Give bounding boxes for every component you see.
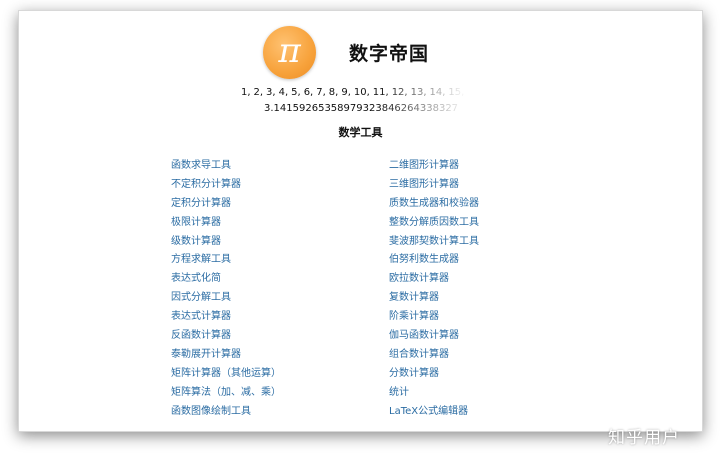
tool-link[interactable]: 矩阵计算器（其他运算） xyxy=(171,365,281,384)
pi-icon: π xyxy=(278,31,301,71)
tool-link[interactable]: 因式分解工具 xyxy=(171,289,281,308)
digit-item: 13, xyxy=(410,87,427,98)
tool-link[interactable]: 表达式化简 xyxy=(171,270,281,289)
tool-list-right: 二维图形计算器 三维图形计算器 质数生成器和校验器 整数分解质因数工具 斐波那契数计算工… xyxy=(389,157,479,421)
tool-link[interactable]: 欧拉数计算器 xyxy=(389,270,479,289)
page-frame: π 数字帝国 1, 2, 3, 4, 5, 6, 7, 8, 9, 10, 11, 12, 13, 14,… xyxy=(18,10,703,432)
digit-item: 5, xyxy=(291,87,301,98)
digit-item: 8, xyxy=(328,87,339,98)
tool-link[interactable]: 函数图像绘制工具 xyxy=(171,403,281,422)
tool-link[interactable]: 定积分计算器 xyxy=(171,195,281,214)
digit-item: 12, xyxy=(391,87,408,98)
tool-link[interactable]: 伽马函数计算器 xyxy=(389,327,479,346)
tool-link[interactable]: 函数求导工具 xyxy=(171,157,281,176)
digit-item: 16 xyxy=(467,87,481,98)
tool-list-left: 函数求导工具 不定积分计算器 定积分计算器 极限计算器 级数计算器 方程求解工具 表达式化简… xyxy=(171,157,281,421)
watermark: 知乎用户 xyxy=(608,428,680,448)
tool-link[interactable]: 泰勒展开计算器 xyxy=(171,346,281,365)
tool-link[interactable]: 级数计算器 xyxy=(171,233,281,252)
digit-item: 1, xyxy=(240,87,251,98)
tool-link[interactable]: 整数分解质因数工具 xyxy=(389,214,479,233)
site-title: 数字帝国 xyxy=(349,43,430,65)
tool-link[interactable]: 表达式计算器 xyxy=(171,308,281,327)
tool-link[interactable]: 反函数计算器 xyxy=(171,327,281,346)
digit-item: 6, xyxy=(303,87,314,98)
tool-link[interactable]: 质数生成器和校验器 xyxy=(389,195,479,214)
digit-item: 10, xyxy=(353,87,370,98)
site-logo[interactable]: π xyxy=(263,26,316,79)
digit-item: 2, xyxy=(253,87,264,98)
tool-link[interactable]: 斐波那契数计算工具 xyxy=(389,233,479,252)
tool-link[interactable]: 三维图形计算器 xyxy=(389,176,479,195)
tool-link[interactable]: 伯努利数生成器 xyxy=(389,251,479,270)
digit-sequence: 1, 2, 3, 4, 5, 6, 7, 8, 9, 10, 11, 12, 13, 14, 15, 16 xyxy=(19,87,702,98)
tool-link[interactable]: 不定积分计算器 xyxy=(171,176,281,195)
tool-link[interactable]: 方程求解工具 xyxy=(171,251,281,270)
tool-link[interactable]: 组合数计算器 xyxy=(389,346,479,365)
digit-item: 9, xyxy=(341,87,351,98)
digit-item: 15, xyxy=(448,87,465,98)
digit-item: 14, xyxy=(429,87,446,98)
tool-link[interactable]: 矩阵算法（加、减、乘） xyxy=(171,384,281,403)
tool-link[interactable]: 阶乘计算器 xyxy=(389,308,479,327)
tool-link[interactable]: 统计 xyxy=(389,384,479,403)
digit-item: 4, xyxy=(278,87,289,98)
tool-link[interactable]: LaTeX公式编辑器 xyxy=(389,403,479,422)
tool-link[interactable]: 极限计算器 xyxy=(171,214,281,233)
tool-link[interactable]: 二维图形计算器 xyxy=(389,157,479,176)
digit-item: 11, xyxy=(372,87,389,98)
digit-item: 3, xyxy=(266,87,276,98)
section-title: 数学工具 xyxy=(338,126,383,139)
digit-item: 7, xyxy=(316,87,326,98)
tool-link[interactable]: 复数计算器 xyxy=(389,289,479,308)
pi-digits: 3.14159265358979323846264338327 xyxy=(264,103,459,114)
tool-link[interactable]: 分数计算器 xyxy=(389,365,479,384)
